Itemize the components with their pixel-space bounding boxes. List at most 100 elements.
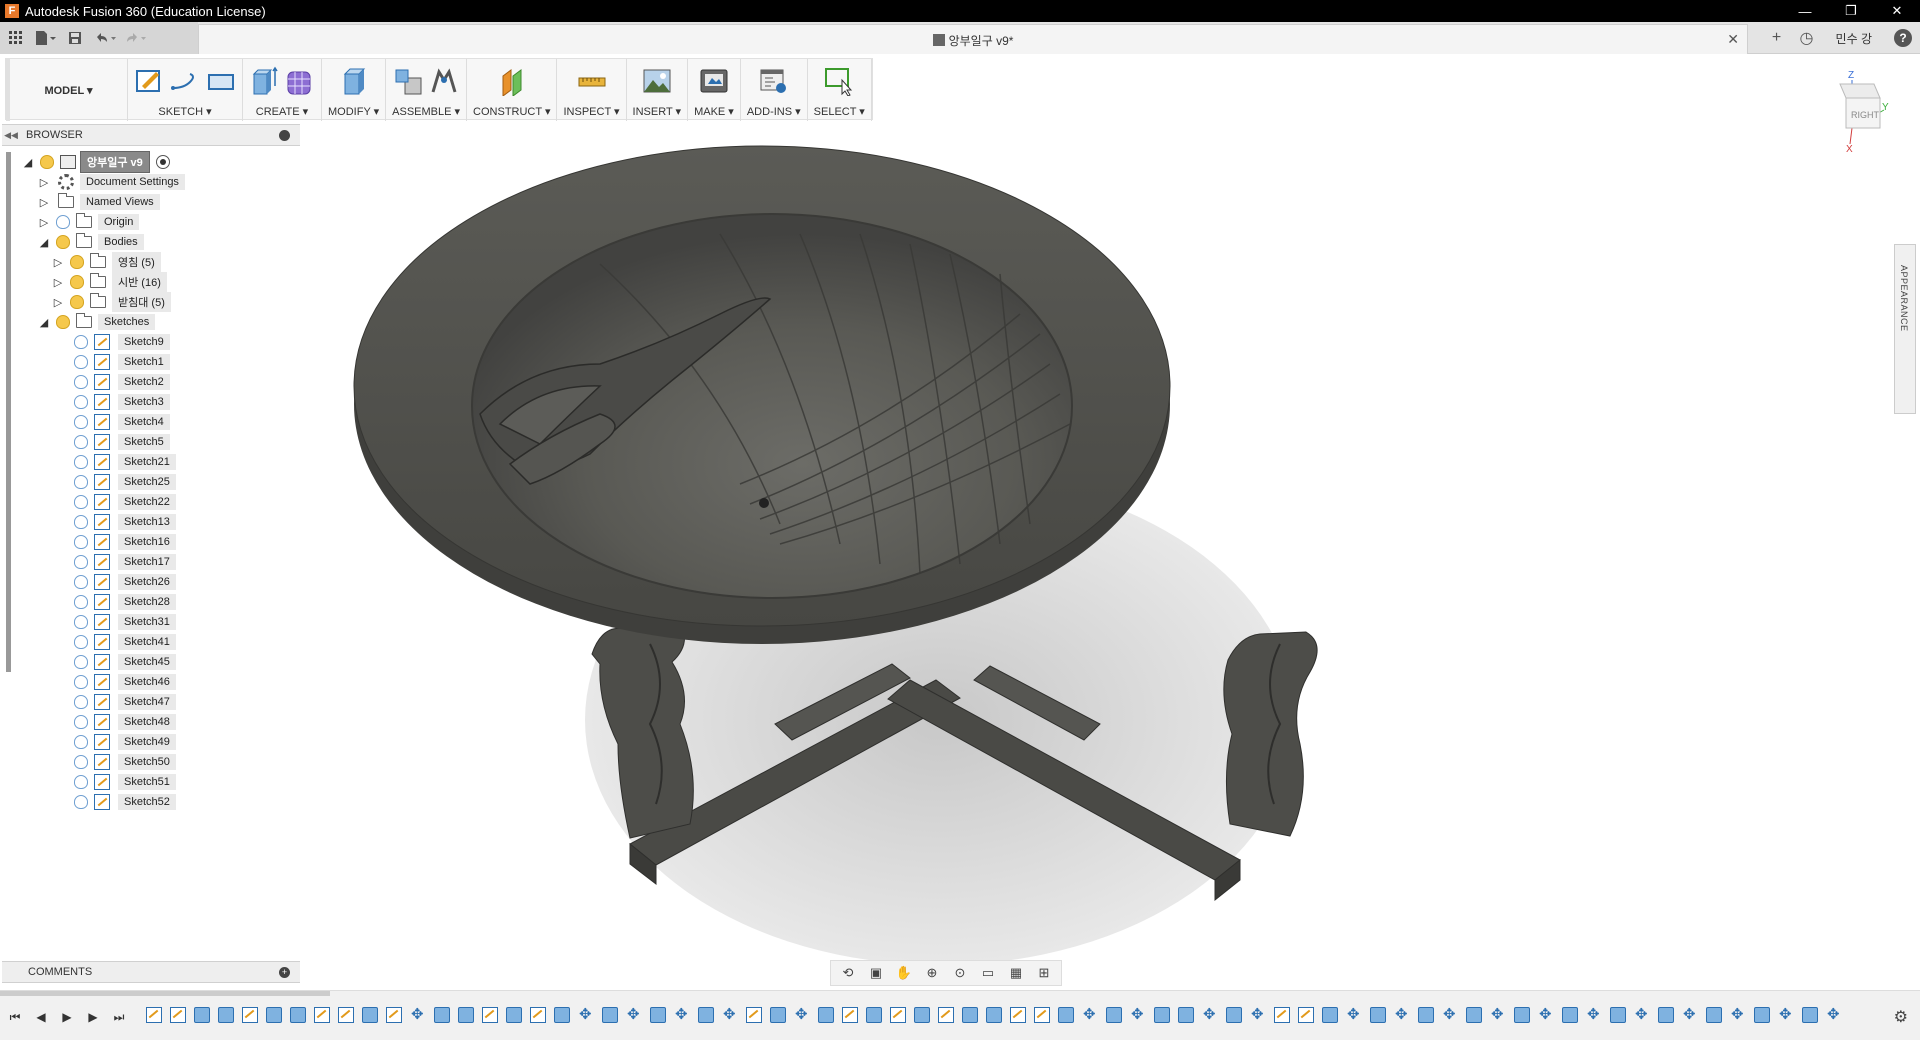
timeline-sketch-icon[interactable] (890, 1007, 906, 1023)
timeline-move-icon[interactable] (1538, 1005, 1554, 1023)
timeline-feature-icon[interactable] (602, 1007, 618, 1023)
insert-menu[interactable]: INSERT ▾ (633, 105, 682, 118)
timeline-feature-icon[interactable] (266, 1007, 282, 1023)
step-back-icon[interactable]: ◀ (32, 1009, 50, 1025)
create-menu[interactable]: CREATE ▾ (256, 105, 308, 118)
timeline-move-icon[interactable] (1682, 1005, 1698, 1023)
timeline-settings-gear-icon[interactable]: ⚙ (1894, 1007, 1908, 1027)
canvas-viewport[interactable] (300, 124, 1900, 984)
visibility-bulb-icon[interactable] (74, 495, 88, 509)
sketch-label[interactable]: Sketch9 (118, 334, 170, 350)
assemble-menu[interactable]: ASSEMBLE ▾ (392, 105, 460, 118)
timeline-feature-icon[interactable] (914, 1007, 930, 1023)
timeline-feature-icon[interactable] (650, 1007, 666, 1023)
sketch-label[interactable]: Sketch17 (118, 554, 176, 570)
play-icon[interactable]: ▶ (58, 1009, 76, 1025)
orbit-icon[interactable]: ⟲ (837, 964, 859, 982)
sketch-label[interactable]: Sketch16 (118, 534, 176, 550)
visibility-bulb-icon[interactable] (74, 715, 88, 729)
timeline-sketch-icon[interactable] (482, 1007, 498, 1023)
timeline-feature-icon[interactable] (1178, 1007, 1194, 1023)
joint-icon[interactable] (429, 66, 459, 96)
sketch-label[interactable]: Sketch21 (118, 454, 176, 470)
data-panel-grid-icon[interactable] (4, 26, 28, 50)
timeline-feature-icon[interactable] (986, 1007, 1002, 1023)
visibility-bulb-icon[interactable] (74, 455, 88, 469)
visibility-bulb-icon[interactable] (70, 255, 84, 269)
go-to-start-icon[interactable]: ⏮ (6, 1009, 24, 1025)
display-settings-icon[interactable]: ▭ (977, 964, 999, 982)
timeline-sketch-icon[interactable] (314, 1007, 330, 1023)
expand-triangle-icon[interactable]: ▷ (52, 256, 64, 269)
appearance-panel-tab[interactable]: APPEARANCE (1894, 244, 1916, 414)
visibility-bulb-icon[interactable] (74, 795, 88, 809)
browser-pin-icon[interactable] (279, 130, 290, 141)
visibility-bulb-icon[interactable] (74, 755, 88, 769)
visibility-bulb-icon[interactable] (74, 595, 88, 609)
help-icon[interactable]: ? (1894, 29, 1912, 47)
collapse-triangle-icon[interactable]: ◢ (22, 156, 34, 169)
select-icon[interactable] (824, 66, 854, 97)
sketch-label[interactable]: Sketch2 (118, 374, 170, 390)
timeline-move-icon[interactable] (1130, 1005, 1146, 1023)
timeline-move-icon[interactable] (410, 1005, 426, 1023)
3d-print-icon[interactable] (699, 66, 729, 96)
construct-menu[interactable]: CONSTRUCT ▾ (473, 105, 550, 118)
visibility-bulb-icon[interactable] (74, 675, 88, 689)
timeline-sketch-icon[interactable] (146, 1007, 162, 1023)
timeline-feature-icon[interactable] (194, 1007, 210, 1023)
activate-radio-icon[interactable] (155, 155, 170, 169)
timeline-feature-icon[interactable] (458, 1007, 474, 1023)
form-tsplines-icon[interactable] (285, 66, 315, 96)
timeline-feature-icon[interactable] (1154, 1007, 1170, 1023)
sketch-label[interactable]: Sketch48 (118, 714, 176, 730)
visibility-bulb-icon[interactable] (74, 635, 88, 649)
timeline-feature-icon[interactable] (1418, 1007, 1434, 1023)
sketch-label[interactable]: Sketch51 (118, 774, 176, 790)
timeline-feature-icon[interactable] (866, 1007, 882, 1023)
new-component-icon[interactable] (393, 66, 423, 96)
timeline-sketch-icon[interactable] (170, 1007, 186, 1023)
visibility-bulb-icon[interactable] (74, 695, 88, 709)
timeline-feature-icon[interactable] (1322, 1007, 1338, 1023)
timeline-feature-icon[interactable] (1058, 1007, 1074, 1023)
visibility-bulb-icon[interactable] (74, 515, 88, 529)
sketch-label[interactable]: Sketch47 (118, 694, 176, 710)
look-at-icon[interactable]: ▣ (865, 964, 887, 982)
timeline-feature-icon[interactable] (290, 1007, 306, 1023)
sketch-label[interactable]: Sketch52 (118, 794, 176, 810)
sketch-label[interactable]: Sketch49 (118, 734, 176, 750)
extrude-icon[interactable] (249, 66, 279, 96)
sketch-label[interactable]: Sketch22 (118, 494, 176, 510)
timeline-sketch-icon[interactable] (1298, 1007, 1314, 1023)
timeline-feature-icon[interactable] (962, 1007, 978, 1023)
line-icon[interactable] (170, 66, 200, 96)
visibility-bulb-icon[interactable] (74, 395, 88, 409)
timeline-sketch-icon[interactable] (242, 1007, 258, 1023)
timeline-feature-icon[interactable] (506, 1007, 522, 1023)
press-pull-icon[interactable] (339, 66, 369, 96)
restore-button[interactable]: ❐ (1828, 0, 1874, 22)
body-folder-label[interactable]: 시반 (16) (112, 272, 167, 292)
close-button[interactable]: ✕ (1874, 0, 1920, 22)
job-status-clock-icon[interactable]: ◷ (1792, 23, 1822, 53)
visibility-bulb-icon[interactable] (40, 155, 54, 169)
step-forward-icon[interactable]: ▶ (84, 1009, 102, 1025)
timeline-feature-icon[interactable] (1802, 1007, 1818, 1023)
body-folder-label[interactable]: 영침 (5) (112, 252, 161, 272)
document-tab[interactable]: 앙부일구 v9* ✕ (198, 24, 1748, 54)
new-tab-plus-icon[interactable]: + (1762, 23, 1792, 53)
origin-label[interactable]: Origin (98, 214, 140, 230)
timeline-move-icon[interactable] (626, 1005, 642, 1023)
named-views-label[interactable]: Named Views (80, 194, 160, 210)
visibility-bulb-icon[interactable] (74, 615, 88, 629)
visibility-bulb-icon[interactable] (74, 535, 88, 549)
offset-plane-icon[interactable] (497, 66, 527, 97)
timeline-feature-icon[interactable] (818, 1007, 834, 1023)
tree-sketch-item[interactable]: Sketch52 (68, 790, 176, 814)
timeline-feature-icon[interactable] (1370, 1007, 1386, 1023)
visibility-bulb-icon[interactable] (74, 555, 88, 569)
timeline-move-icon[interactable] (1250, 1005, 1266, 1023)
timeline-move-icon[interactable] (1490, 1005, 1506, 1023)
sketch-label[interactable]: Sketch46 (118, 674, 176, 690)
